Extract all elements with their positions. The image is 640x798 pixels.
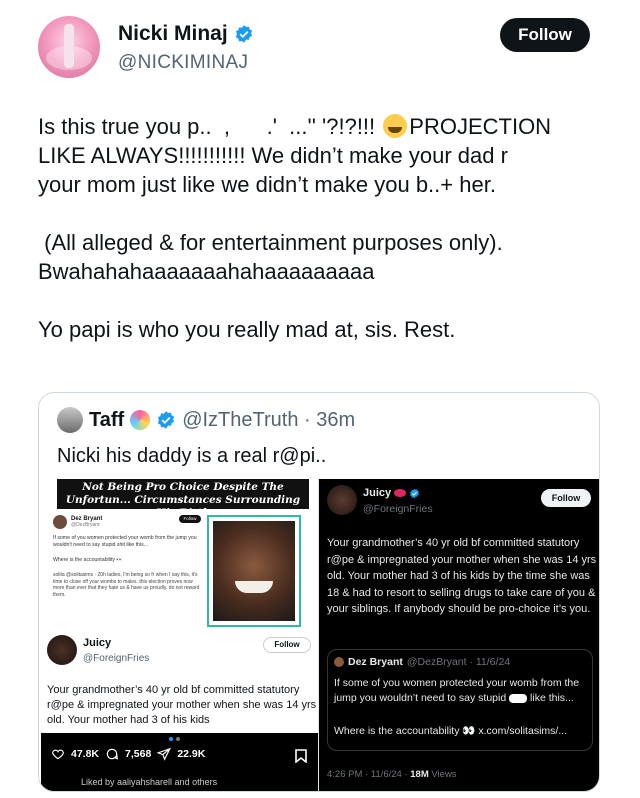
portrait-face — [213, 521, 295, 621]
rofl-emoji-icon — [383, 114, 408, 138]
verified-badge-icon — [410, 488, 420, 498]
tweet-line-text: PROJECTION — [409, 114, 552, 139]
carousel-dot — [176, 737, 180, 741]
banner-headline: Not Being Pro Choice Despite The Unfortu… — [57, 479, 309, 519]
carousel-dots — [169, 737, 180, 741]
mini-avatar — [53, 515, 67, 529]
juicy-name-row: Juicy — [363, 487, 420, 499]
quoted-tweet-text: Nicki his daddy is a real r@pi.. — [57, 445, 327, 467]
juicy-handle: @ForeignFries — [83, 653, 150, 664]
carousel-dot — [169, 737, 173, 741]
verified-badge-icon — [235, 25, 252, 43]
tweet-body: Is this true you p.. , .' ...'' '?!?!!! … — [38, 112, 608, 344]
portrait-photo — [207, 515, 301, 627]
quoted-tweet[interactable]: Taff @IzTheTruth · 36m Nicki his daddy i… — [38, 392, 600, 792]
post-views-label: Views — [428, 769, 457, 780]
comments-count: 7,568 — [125, 748, 152, 760]
juicy-follow-button: Follow — [541, 489, 591, 507]
mini-tweet: Dez Bryant @DezBryant Follow If some of … — [53, 515, 203, 598]
tweet-line-text: Is this true you p.. , .' ...'' '?!?!!! — [38, 114, 382, 139]
nested-quote-name: Dez Bryant — [348, 656, 403, 668]
author-handle[interactable]: @NICKIMINAJ — [118, 52, 248, 74]
juicy-tweet-card: Juicy @ForeignFries Follow Your grandmot… — [41, 629, 318, 733]
shares-count: 22.9K — [177, 748, 206, 760]
tweet-header: Nicki Minaj @NICKIMINAJ Follow — [38, 16, 598, 80]
mini-text: If some of you women protected your womb… — [53, 535, 197, 548]
post-time: 4:26 PM · 11/6/24 · — [327, 769, 411, 780]
nested-quote-text-b: like this... — [530, 692, 574, 704]
author-display-name[interactable]: Nicki Minaj — [118, 22, 228, 46]
nested-quote: Dez Bryant @DezBryant · 11/6/24 If some … — [327, 649, 593, 751]
heart-icon — [52, 749, 64, 760]
author-avatar[interactable] — [38, 16, 100, 78]
media-image-left[interactable]: Not Being Pro Choice Despite The Unfortu… — [41, 479, 319, 791]
lollipop-emoji-icon — [130, 410, 151, 430]
nested-quote-text: If some of you women protected your womb… — [334, 676, 588, 706]
post-meta: 4:26 PM · 11/6/24 · 18M Views — [327, 769, 457, 780]
action-row: 47.8K 7,568 22.9K — [51, 747, 205, 761]
avatar-figure — [64, 24, 74, 68]
post-views-count: 18M — [410, 769, 429, 780]
tweet-line: Bwahahahaaaaaaahahaaaaaaaaa — [38, 259, 375, 284]
quoted-author-avatar[interactable] — [57, 407, 83, 433]
quoted-author-handle-time[interactable]: @IzTheTruth · 36m — [182, 409, 355, 432]
mini-follow-button: Follow — [179, 515, 201, 523]
comment-icon — [106, 748, 118, 760]
tweet-line: your mom just like we didn’t make you b.… — [38, 172, 496, 197]
follow-button[interactable]: Follow — [500, 18, 590, 52]
juicy-avatar — [327, 485, 357, 515]
juicy-handle: @ForeignFries — [363, 503, 433, 515]
tweet-line: LIKE ALWAYS!!!!!!!!!!! We didn’t make yo… — [38, 143, 508, 168]
media-image-right[interactable]: Juicy @ForeignFries Follow Your grandmot… — [319, 479, 599, 791]
liked-by-text: Liked by aaliyahsharell and others — [81, 777, 218, 787]
nested-quote-avatar — [334, 657, 344, 667]
mini-text: Where is the accountability 👀 — [53, 557, 123, 563]
quoted-author-name[interactable]: Taff — [89, 409, 124, 432]
redaction-blob — [509, 693, 528, 703]
mini-handle: @DezBryant — [71, 522, 100, 528]
tweet-line: Yo papi is who you really mad at, sis. R… — [38, 317, 456, 342]
instagram-action-bar: 47.8K 7,568 22.9K Liked by aaliyahsharel… — [41, 733, 318, 791]
share-icon — [157, 747, 172, 761]
nested-quote-text2: Where is the accountability 👀 x.com/soli… — [334, 725, 568, 737]
lips-emoji-icon — [394, 489, 407, 497]
tweet-line: Is this true you p.. , .' ...'' '?!?!!! … — [38, 112, 608, 141]
tweet-line: (All alleged & for entertainment purpose… — [38, 230, 503, 255]
juicy-avatar — [47, 635, 77, 665]
juicy-name: Juicy — [363, 487, 392, 499]
verified-badge-icon — [158, 411, 175, 429]
mini-quote: solita @solitasims · 20h ladies, I'm bei… — [53, 572, 200, 598]
nested-quote-header: Dez Bryant @DezBryant · 11/6/24 — [334, 656, 510, 668]
nested-quote-handle-time: @DezBryant · 11/6/24 — [406, 656, 511, 668]
juicy-reply-text: Your grandmother’s 40 yr old bf committe… — [327, 537, 597, 615]
juicy-name: Juicy — [83, 637, 112, 649]
name-row: Nicki Minaj — [118, 22, 254, 46]
likes-count: 47.8K — [71, 748, 100, 760]
bookmark-icon — [295, 749, 307, 763]
juicy-follow-button: Follow — [263, 637, 311, 653]
juicy-text: Your grandmother’s 40 yr old bf committe… — [47, 684, 317, 726]
quoted-tweet-header: Taff @IzTheTruth · 36m — [57, 407, 355, 433]
